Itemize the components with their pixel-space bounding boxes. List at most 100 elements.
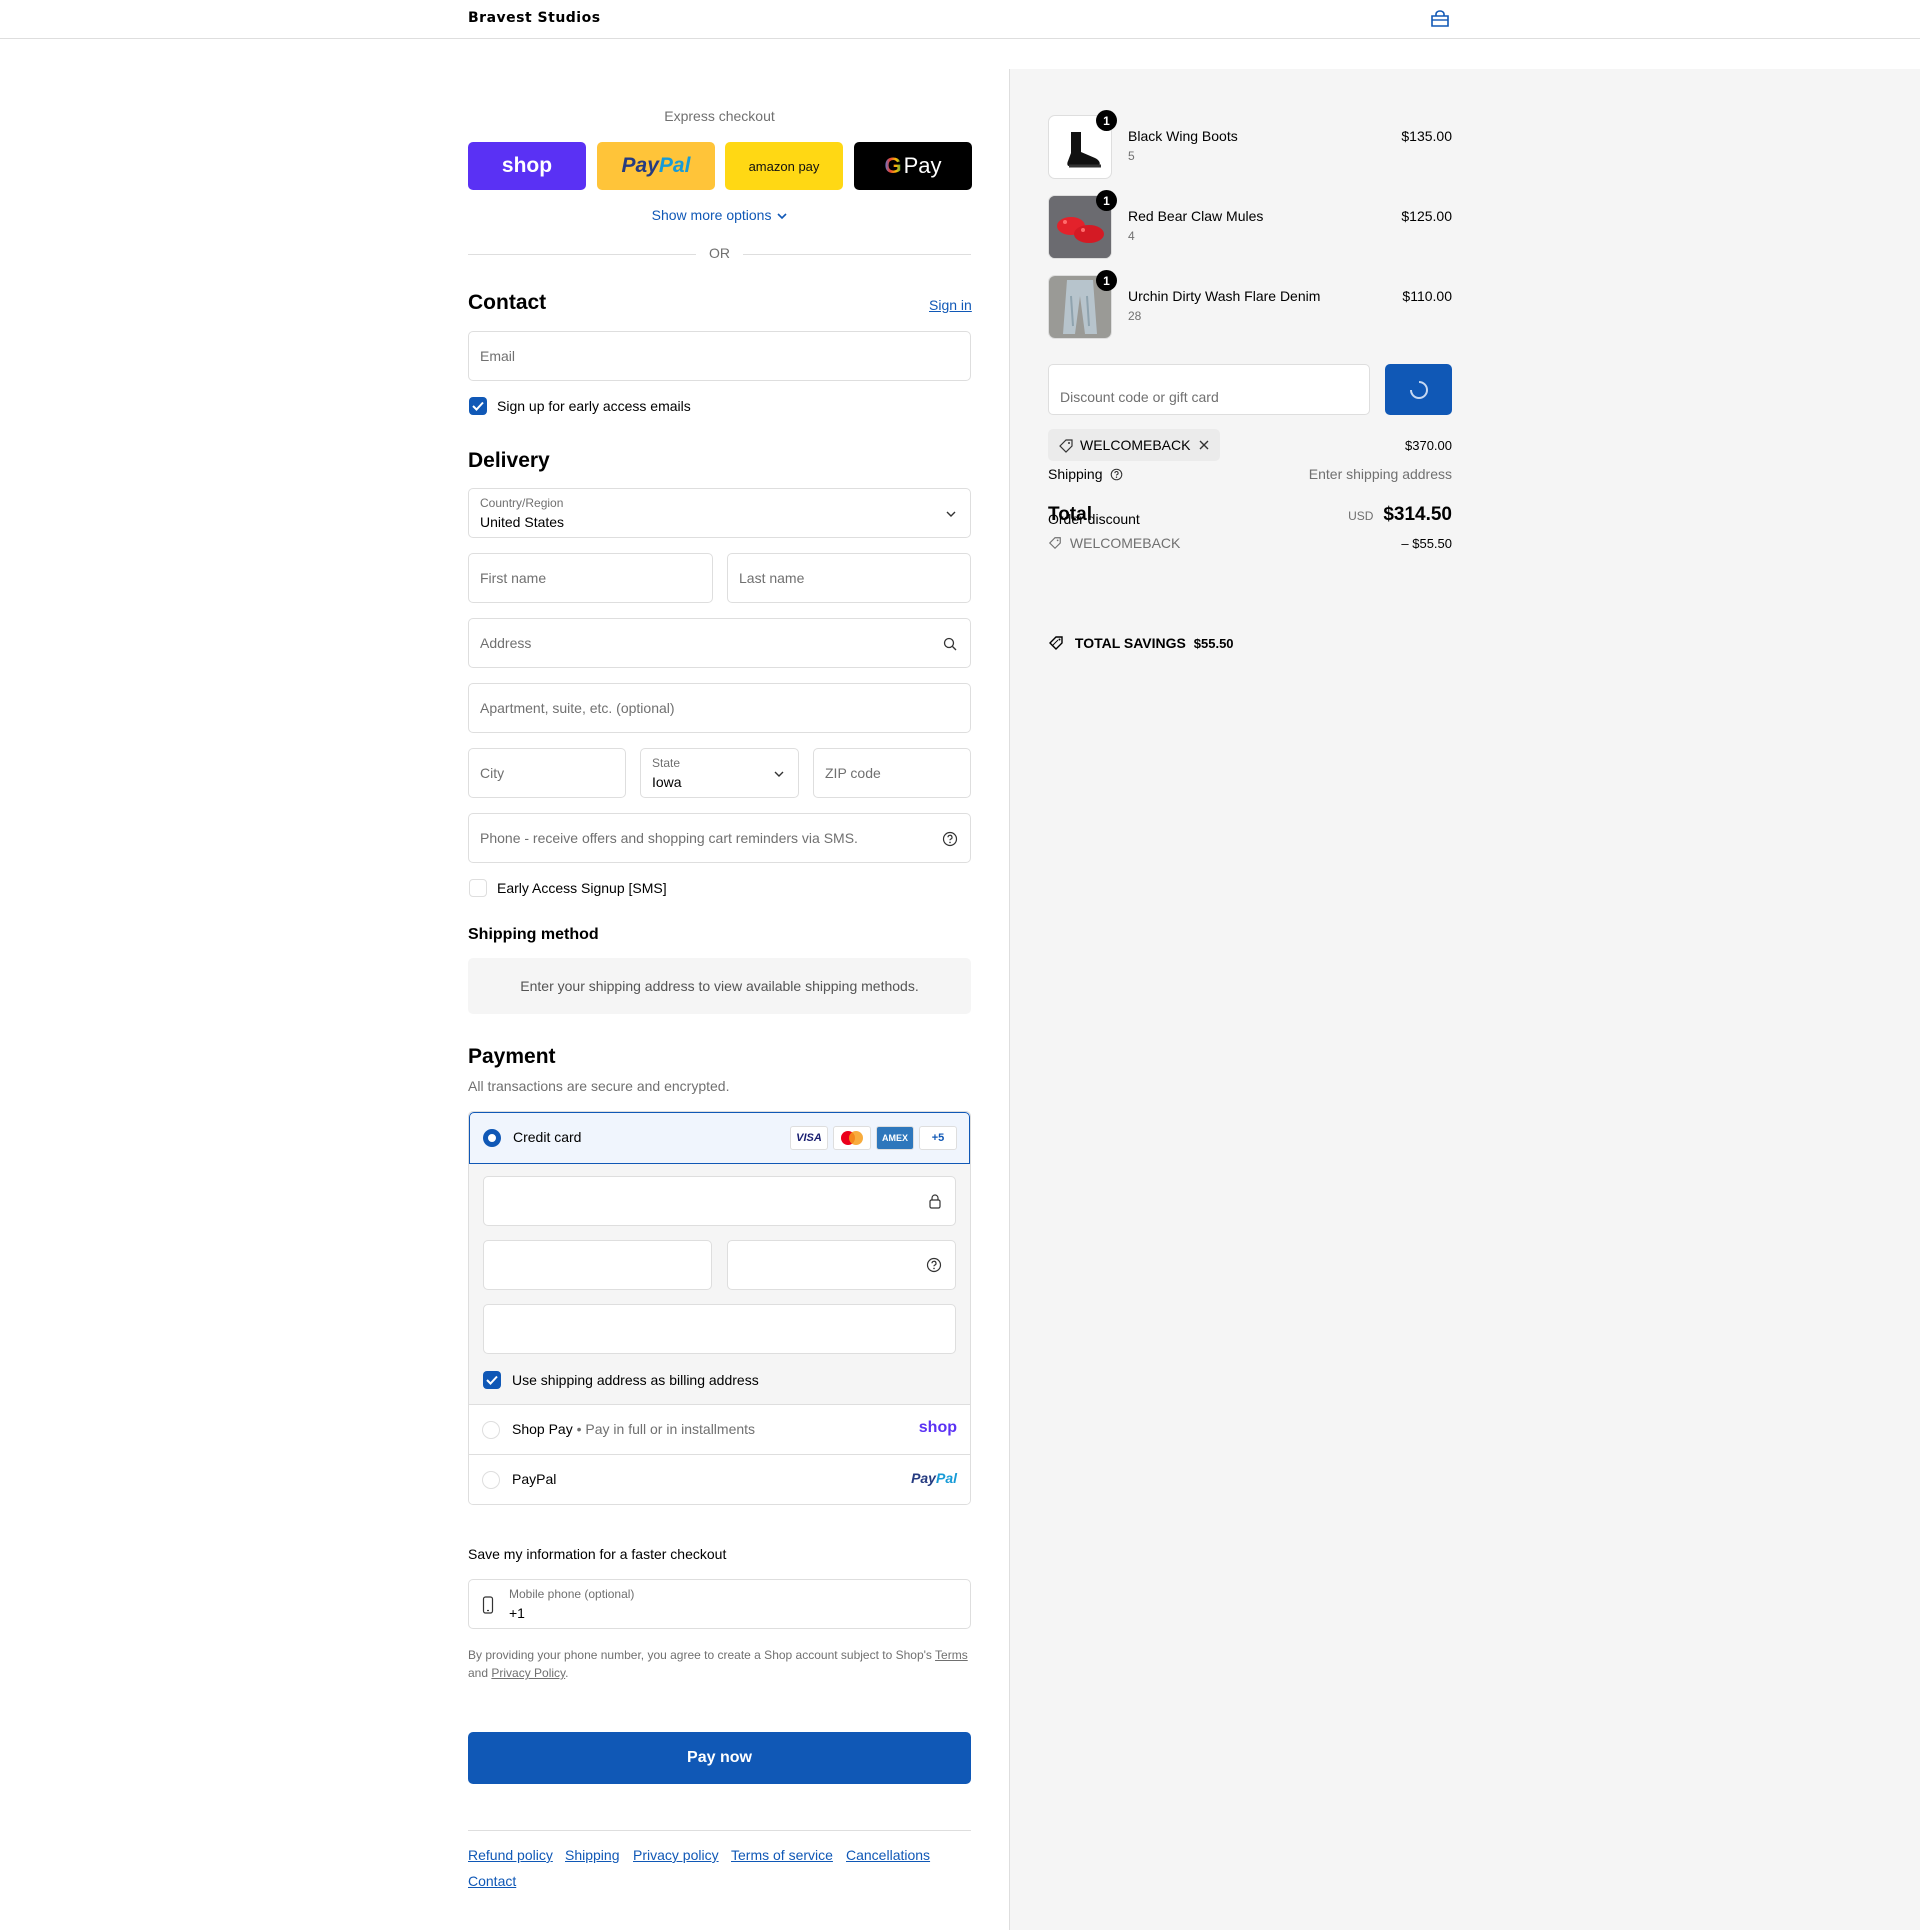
help-circle-icon[interactable]	[942, 831, 958, 847]
applied-discount-chip: WELCOMEBACK	[1048, 429, 1220, 461]
payment-methods: Credit card VISA AMEX +5 Use shipping ad…	[468, 1111, 971, 1505]
quantity-badge: 1	[1096, 270, 1117, 291]
city-field[interactable]: City	[468, 748, 626, 798]
search-icon	[943, 637, 957, 651]
shop-pay-option-label: Shop Pay • Pay in full or in installment…	[512, 1421, 755, 1437]
more-cards-badge: +5	[919, 1126, 957, 1150]
shipping-method-notice: Enter your shipping address to view avai…	[468, 958, 971, 1014]
zip-code-placeholder: ZIP code	[825, 765, 881, 781]
shopping-bag-icon[interactable]	[1430, 10, 1450, 28]
shipping-policy-link[interactable]: Shipping	[565, 1847, 620, 1863]
visa-icon: VISA	[790, 1126, 828, 1150]
footer-divider	[468, 1830, 971, 1831]
apartment-field[interactable]: Apartment, suite, etc. (optional)	[468, 683, 971, 733]
paypal-radio[interactable]	[482, 1471, 500, 1489]
discount-code-field[interactable]: Discount code or gift card	[1048, 364, 1370, 415]
applied-discount-code: WELCOMEBACK	[1080, 437, 1191, 453]
discount-row: WELCOMEBACK	[1048, 535, 1180, 551]
mobile-phone-field[interactable]: Mobile phone (optional) +1	[468, 1579, 971, 1629]
early-access-email-label: Sign up for early access emails	[497, 398, 691, 414]
item-price: $135.00	[1401, 128, 1452, 144]
last-name-field[interactable]: Last name	[727, 553, 971, 603]
paypal-option[interactable]: PayPal PayPal	[469, 1454, 970, 1504]
pay-now-button[interactable]: Pay now	[468, 1732, 971, 1784]
amex-icon: AMEX	[876, 1126, 914, 1150]
save-info-title: Save my information for a faster checkou…	[468, 1546, 727, 1562]
sms-signup-checkbox[interactable]	[469, 879, 487, 897]
tags-icon	[1049, 636, 1063, 650]
credit-card-option[interactable]: Credit card VISA AMEX +5	[469, 1112, 970, 1164]
quantity-badge: 1	[1096, 190, 1117, 211]
contact-heading: Contact	[468, 291, 547, 314]
google-g-icon: G	[884, 153, 902, 178]
state-select[interactable]: State Iowa	[640, 748, 799, 798]
zip-code-field[interactable]: ZIP code	[813, 748, 971, 798]
address-field[interactable]: Address	[468, 618, 971, 668]
country-label: Country/Region	[480, 496, 564, 510]
help-circle-icon[interactable]	[1110, 468, 1123, 481]
first-name-field[interactable]: First name	[468, 553, 713, 603]
quantity-badge: 1	[1096, 110, 1117, 131]
subtotal-value: $370.00	[1405, 438, 1452, 453]
amazon-pay-label: amazon pay	[748, 158, 820, 174]
paypal-option-label: PayPal	[512, 1471, 557, 1487]
email-field[interactable]: Email	[468, 331, 971, 381]
security-code-field[interactable]	[727, 1240, 956, 1290]
terms-link[interactable]: Terms	[935, 1648, 968, 1662]
apply-discount-button[interactable]	[1385, 364, 1452, 415]
billing-same-label: Use shipping address as billing address	[512, 1372, 759, 1388]
country-select[interactable]: Country/Region United States	[468, 488, 971, 538]
amazon-pay-button[interactable]: amazon pay	[725, 142, 843, 190]
shop-pay-label: shop	[501, 154, 553, 177]
item-variant: 28	[1128, 309, 1142, 323]
total-value: $314.50	[1383, 504, 1452, 525]
loading-spinner-icon	[1409, 380, 1428, 399]
refund-policy-link[interactable]: Refund policy	[468, 1847, 553, 1863]
contact-link[interactable]: Contact	[468, 1873, 516, 1889]
card-number-field[interactable]	[483, 1176, 956, 1226]
shipping-label-text: Shipping	[1048, 466, 1103, 482]
checkmark-icon	[472, 401, 484, 411]
paypal-label-b: Pal	[658, 154, 691, 177]
privacy-policy-link[interactable]: Privacy Policy	[491, 1666, 565, 1680]
close-icon[interactable]	[1198, 439, 1210, 451]
paypal-button[interactable]: Pay Pal	[597, 142, 715, 190]
credit-card-radio[interactable]	[483, 1129, 501, 1147]
shop-pay-note: Pay in full or in installments	[585, 1421, 756, 1437]
early-access-email-checkbox[interactable]	[469, 397, 487, 415]
total-savings: TOTAL SAVINGS $55.50	[1048, 634, 1234, 651]
sms-signup-label: Early Access Signup [SMS]	[497, 880, 667, 896]
google-pay-button[interactable]: G Pay	[854, 142, 972, 190]
total-savings-value: $55.50	[1193, 636, 1234, 651]
checkmark-icon	[486, 1375, 498, 1385]
privacy-policy-footer-link[interactable]: Privacy policy	[633, 1847, 719, 1863]
state-value: Iowa	[652, 774, 682, 790]
sign-in-link[interactable]: Sign in	[929, 297, 972, 313]
or-label: OR	[709, 245, 730, 261]
product-thumbnail: 1	[1048, 270, 1117, 339]
shop-pay-option[interactable]: Shop Pay • Pay in full or in installment…	[469, 1404, 970, 1454]
total-amount: USD $314.50	[1348, 504, 1452, 526]
show-more-label: Show more options	[651, 207, 772, 223]
billing-same-checkbox[interactable]	[483, 1371, 501, 1389]
phone-field[interactable]: Phone - receive offers and shopping cart…	[468, 813, 971, 863]
paypal-logo: PayPal	[911, 1470, 957, 1486]
show-more-options-link[interactable]: Show more options	[468, 207, 971, 223]
order-discount-label: Order discount	[1048, 511, 1140, 527]
city-placeholder: City	[480, 765, 505, 781]
shop-pay-button[interactable]: shop	[468, 142, 586, 190]
address-placeholder: Address	[480, 635, 532, 651]
shop-legal-text: By providing your phone number, you agre…	[468, 1646, 971, 1682]
expiration-date-field[interactable]	[483, 1240, 712, 1290]
brand-logo[interactable]: Bravest Studios	[468, 10, 601, 26]
shop-pay-radio[interactable]	[482, 1421, 500, 1439]
apartment-placeholder: Apartment, suite, etc. (optional)	[480, 700, 675, 716]
discount-code-label: WELCOMEBACK	[1069, 535, 1181, 551]
terms-of-service-link[interactable]: Terms of service	[731, 1847, 833, 1863]
name-on-card-field[interactable]	[483, 1304, 956, 1354]
total-savings-label: TOTAL SAVINGS	[1074, 635, 1186, 651]
help-circle-icon[interactable]	[926, 1257, 942, 1273]
shipping-label: Shipping	[1048, 466, 1123, 482]
cancellations-link[interactable]: Cancellations	[846, 1847, 930, 1863]
google-pay-label: Pay	[903, 153, 942, 178]
